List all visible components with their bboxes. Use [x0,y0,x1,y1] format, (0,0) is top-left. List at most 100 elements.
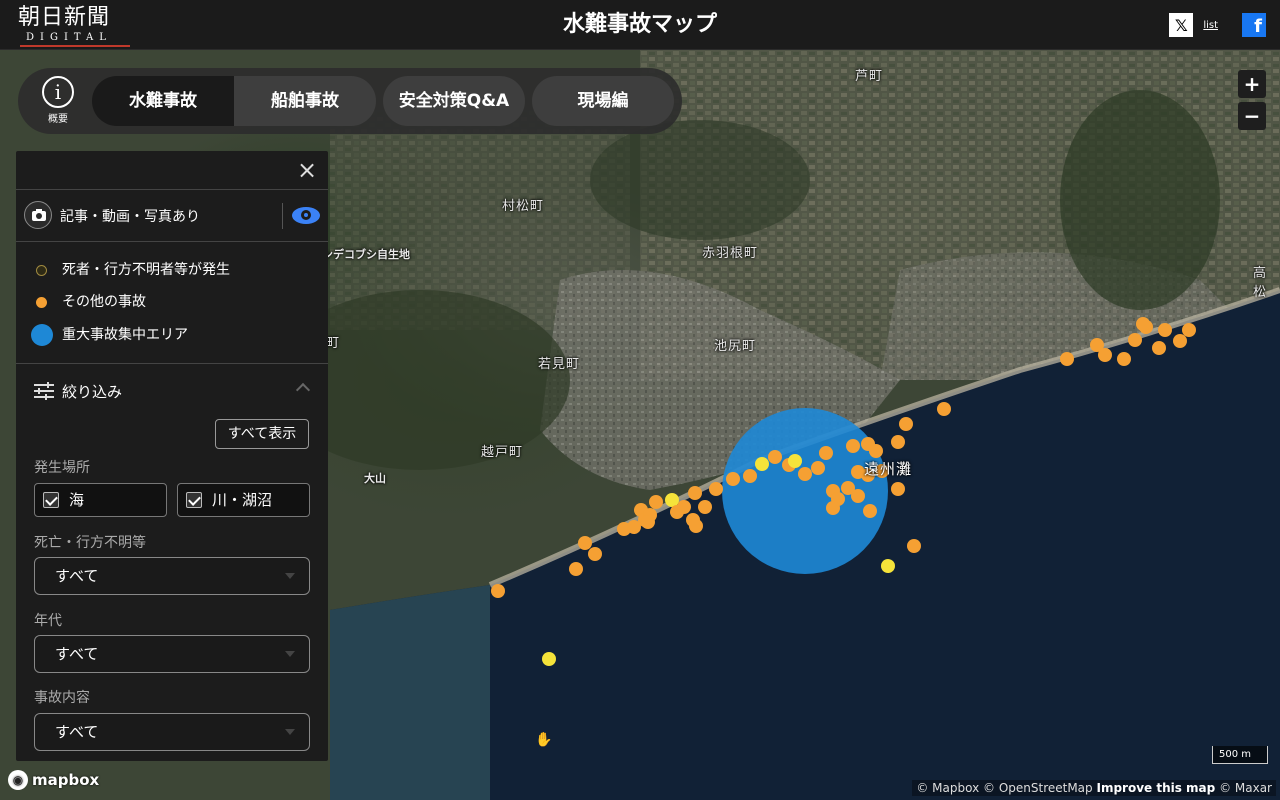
place-label: 池尻町 [714,339,757,354]
filter-header[interactable]: 絞り込み [34,380,314,404]
attribution-text[interactable]: © Mapbox © OpenStreetMap [916,781,1092,795]
accident-marker[interactable] [937,402,951,416]
accident-marker[interactable] [1152,341,1166,355]
legend-cluster-dot [31,324,53,346]
zoom-in-button[interactable]: + [1238,70,1266,98]
accident-marker[interactable] [677,500,691,514]
hand-cursor-icon: ✋ [535,732,553,748]
place-label: ンデコブシ自生地 [322,248,410,261]
accident-marker[interactable] [743,469,757,483]
accident-marker[interactable] [819,446,833,460]
chevron-down-icon [285,729,295,735]
place-label: 赤羽根町 [702,246,759,261]
accident-marker[interactable] [1158,323,1172,337]
mapbox-mark-icon: ◉ [8,770,28,790]
legend-fatal-label: 死者・行方不明者等が発生 [62,262,230,278]
attribution-maxar[interactable]: © Maxar [1219,781,1272,795]
camera-icon [24,201,52,229]
divider [282,203,283,229]
media-label: 記事・動画・写真あり [60,209,200,225]
show-all-button[interactable]: すべて表示 [215,419,309,449]
chevron-down-icon [285,651,295,657]
fatal-accident-marker[interactable] [665,493,679,507]
media-toggle-row: 記事・動画・写真あり [24,201,320,231]
legend-other-dot [36,297,47,308]
accident-marker[interactable] [1173,334,1187,348]
zoom-out-button[interactable]: − [1238,102,1266,130]
info-icon: i [42,76,74,108]
accident-marker[interactable] [863,504,877,518]
accident-marker[interactable] [1182,323,1196,337]
place-label: 町 [326,336,341,351]
tab-safety-qa[interactable]: 安全対策Q&A [383,76,525,126]
accident-marker[interactable] [846,439,860,453]
close-panel-button[interactable]: × [294,157,320,183]
accident-marker[interactable] [1117,352,1131,366]
accident-marker[interactable] [588,547,602,561]
legend-fatal-dot [36,265,47,276]
overview-button[interactable]: i 概要 [38,76,78,125]
checkbox-checked-icon [186,492,202,508]
accident-marker[interactable] [1128,333,1142,347]
accident-marker[interactable] [1136,317,1150,331]
accident-marker[interactable] [491,584,505,598]
fatal-accident-marker[interactable] [881,559,895,573]
accident-marker[interactable] [826,501,840,515]
accident-marker[interactable] [891,435,905,449]
tab-ship-accidents[interactable]: 船舶事故 [234,76,376,126]
overview-label: 概要 [48,114,68,125]
accident-marker[interactable] [649,495,663,509]
place-label: 芦町 [855,69,884,84]
eye-toggle-icon[interactable] [292,207,320,224]
type-select[interactable]: すべて [34,713,310,751]
legend-other-label: その他の事故 [62,294,146,310]
accident-marker[interactable] [641,515,655,529]
mapbox-logo[interactable]: ◉ mapbox [8,770,99,790]
x-share-icon[interactable]: 𝕏 [1169,13,1194,37]
tab-field-report[interactable]: 現場編 [532,76,674,126]
cluster-area[interactable] [722,408,888,574]
place-label: 越戸町 [481,445,524,460]
accident-marker[interactable] [811,461,825,475]
accident-marker[interactable] [891,482,905,496]
accident-marker[interactable] [578,536,592,550]
tab-water-accidents[interactable]: 水難事故 [92,76,234,126]
accident-marker[interactable] [689,519,703,533]
death-select[interactable]: すべて [34,557,310,595]
type-section-label: 事故内容 [34,690,90,706]
divider [16,363,328,364]
category-tabbar: i 概要 水難事故 船舶事故 安全対策Q&A 現場編 [18,68,682,134]
accident-marker[interactable] [688,486,702,500]
era-select[interactable]: すべて [34,635,310,673]
era-section-label: 年代 [34,613,62,629]
accident-marker[interactable] [869,444,883,458]
page-title: 水難事故マップ [562,12,717,37]
chevron-up-icon [295,382,311,398]
accident-marker[interactable] [1060,352,1074,366]
fatal-accident-marker[interactable] [755,457,769,471]
improve-map-link[interactable]: Improve this map [1096,781,1215,795]
location-river-checkbox[interactable]: 川・湖沼 [177,483,310,517]
place-label: 村松町 [502,199,545,214]
accident-marker[interactable] [768,450,782,464]
accident-marker[interactable] [899,417,913,431]
accident-marker[interactable] [1098,348,1112,362]
fatal-accident-marker[interactable] [542,652,556,666]
divider [16,241,328,242]
accident-marker[interactable] [698,500,712,514]
accident-marker[interactable] [569,562,583,576]
zoom-controls: + − [1238,70,1268,134]
x-list-link[interactable]: list [1203,20,1218,31]
fatal-accident-marker[interactable] [788,454,802,468]
legend-cluster-label: 重大事故集中エリア [62,327,188,343]
facebook-share-icon[interactable]: f [1242,13,1266,37]
accident-marker[interactable] [851,489,865,503]
accident-marker[interactable] [709,482,723,496]
accident-marker[interactable] [907,539,921,553]
location-sea-checkbox[interactable]: 海 [34,483,167,517]
accident-marker[interactable] [798,467,812,481]
share-buttons: 𝕏 list f [1169,13,1266,37]
location-river-label: 川・湖沼 [212,491,273,509]
mapbox-logo-text: mapbox [32,771,100,789]
accident-marker[interactable] [726,472,740,486]
